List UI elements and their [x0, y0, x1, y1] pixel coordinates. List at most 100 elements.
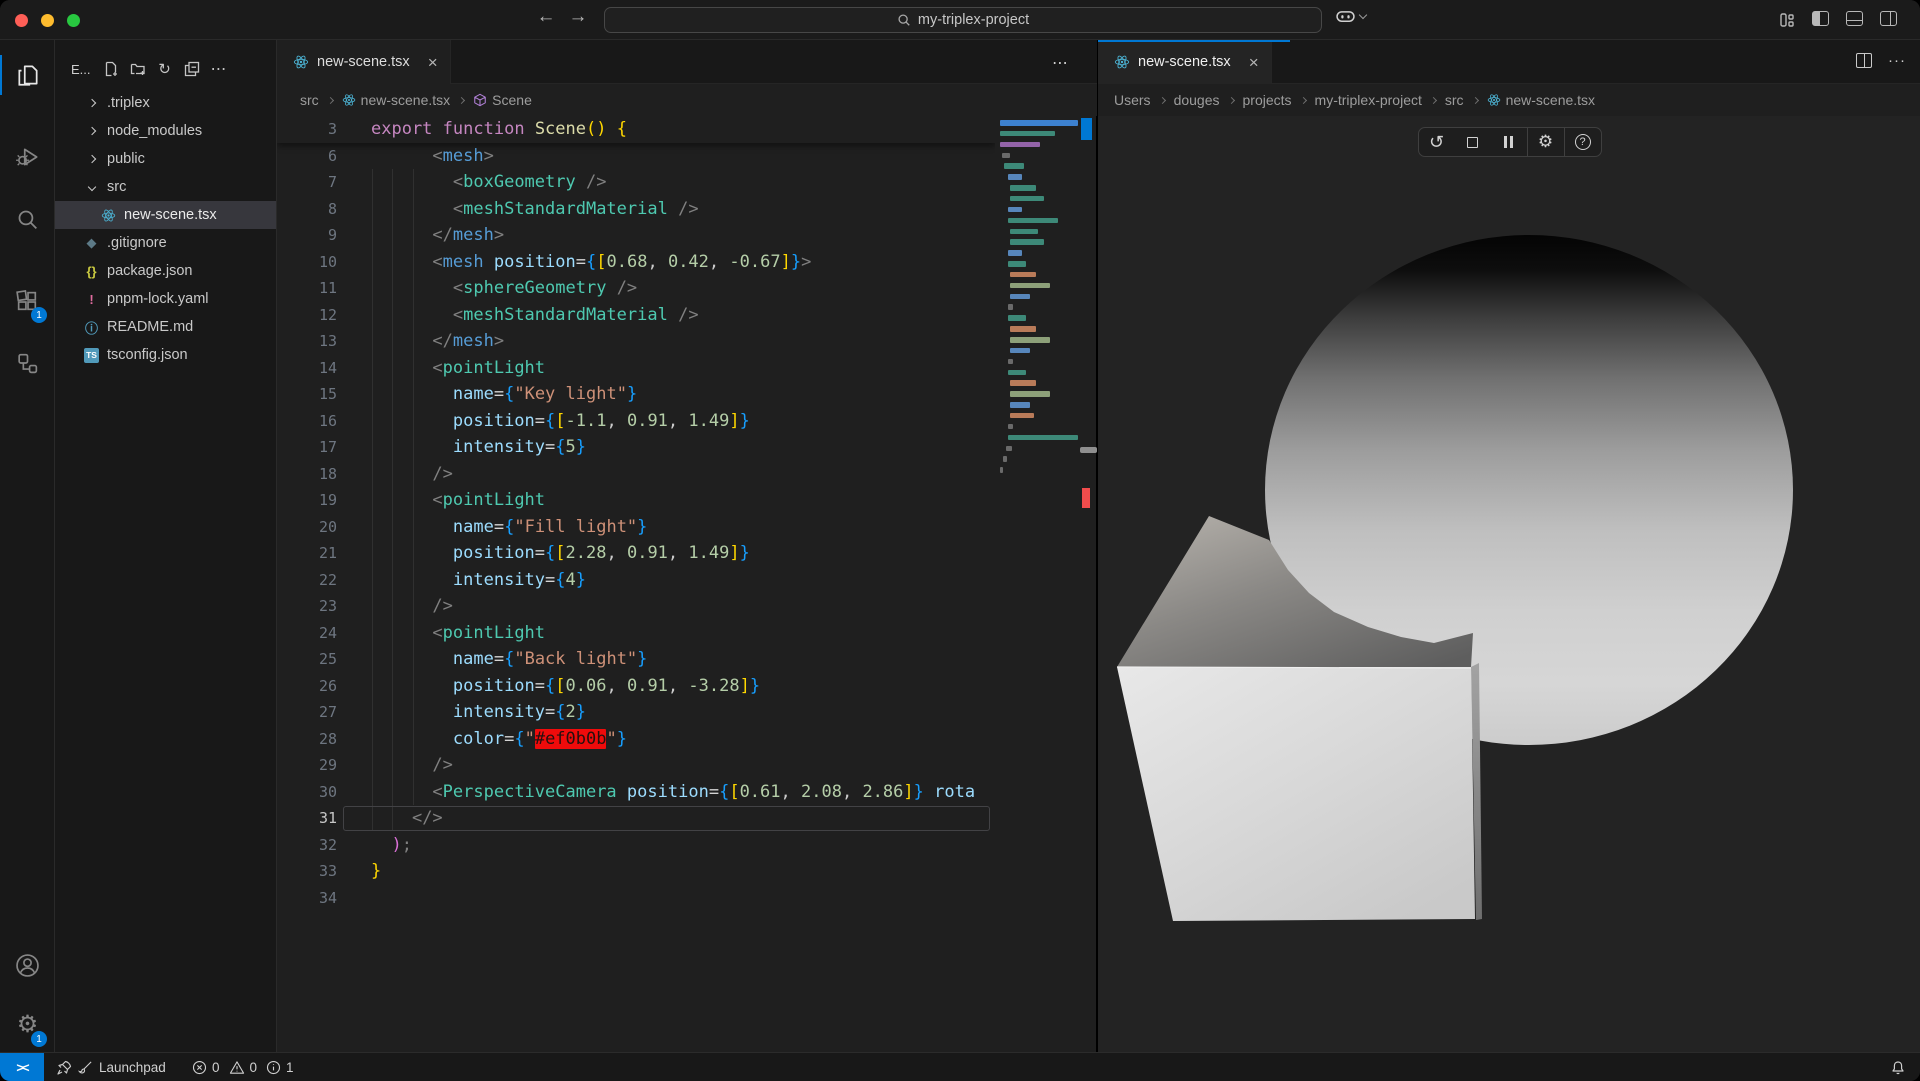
- explorer-header: E... ↻ ⋯: [55, 55, 276, 83]
- tree-item-pnpm-lock-yaml[interactable]: !pnpm-lock.yaml: [55, 285, 276, 313]
- breadcrumb-item[interactable]: my-triplex-project: [1315, 92, 1422, 108]
- sidebar-item-triplex[interactable]: [0, 339, 55, 387]
- tree-item-node-modules[interactable]: node_modules: [55, 117, 276, 145]
- copilot-menu[interactable]: [1336, 9, 1366, 24]
- split-editor-icon[interactable]: [1856, 53, 1872, 68]
- close-icon[interactable]: ×: [428, 54, 438, 71]
- more-actions-icon[interactable]: ⋯: [210, 60, 228, 78]
- notifications-bell[interactable]: [1890, 1053, 1906, 1081]
- minimize-window-button[interactable]: [41, 14, 54, 27]
- toggle-secondary-sidebar-button[interactable]: [1880, 11, 1898, 29]
- breadcrumb-item[interactable]: new-scene.tsx: [1487, 92, 1595, 108]
- code-line-30[interactable]: 30 <PerspectiveCamera position={[0.61, 2…: [277, 779, 995, 806]
- panel-tab-new-scene[interactable]: new-scene.tsx ×: [1098, 40, 1272, 84]
- code-line-13[interactable]: 13 </mesh>: [277, 328, 995, 355]
- frame-scene-button[interactable]: [1455, 128, 1491, 156]
- undo-button[interactable]: ↺: [1419, 128, 1455, 156]
- code-line-14[interactable]: 14 <pointLight: [277, 355, 995, 382]
- code-line-28[interactable]: 28 color={"#ef0b0b"}: [277, 726, 995, 753]
- sidebar-item-extensions[interactable]: 1: [0, 277, 55, 325]
- code-line-10[interactable]: 10 <mesh position={[0.68, 0.42, -0.67]}>: [277, 249, 995, 276]
- sidebar-item-explorer[interactable]: [0, 51, 55, 99]
- code-line-16[interactable]: 16 position={[-1.1, 0.91, 1.49]}: [277, 408, 995, 435]
- line-number: 33: [277, 862, 337, 880]
- code-line-3[interactable]: 3export function Scene() {: [277, 116, 995, 143]
- code-line-9[interactable]: 9 </mesh>: [277, 222, 995, 249]
- tree-item-package-json[interactable]: {}package.json: [55, 257, 276, 285]
- code-line-8[interactable]: 8 <meshStandardMaterial />: [277, 196, 995, 223]
- forward-icon[interactable]: →: [565, 6, 591, 28]
- minimap[interactable]: [995, 116, 1080, 1052]
- breadcrumb-item[interactable]: Scene: [473, 92, 532, 108]
- code-editor[interactable]: 3export function Scene() { 6 <mesh>7 <bo…: [277, 116, 995, 1052]
- line-content: <meshStandardMaterial />: [371, 305, 699, 325]
- code-line-27[interactable]: 27 intensity={2}: [277, 699, 995, 726]
- code-line-29[interactable]: 29 />: [277, 752, 995, 779]
- accounts-button[interactable]: [0, 941, 55, 989]
- code-line-12[interactable]: 12 <meshStandardMaterial />: [277, 302, 995, 329]
- code-line-11[interactable]: 11 <sphereGeometry />: [277, 275, 995, 302]
- code-line-20[interactable]: 20 name={"Fill light"}: [277, 514, 995, 541]
- sticky-scroll-line[interactable]: 3export function Scene() {: [277, 116, 995, 143]
- tree-item-src[interactable]: src: [55, 173, 276, 201]
- code-line-26[interactable]: 26 position={[0.06, 0.91, -3.28]}: [277, 673, 995, 700]
- remote-indicator[interactable]: ><: [0, 1053, 44, 1081]
- customize-layout-button[interactable]: [1778, 11, 1796, 29]
- scene-settings-button[interactable]: ⚙: [1528, 128, 1564, 156]
- code-line-21[interactable]: 21 position={[2.28, 0.91, 1.49]}: [277, 540, 995, 567]
- more-actions-icon[interactable]: ···: [1888, 52, 1906, 69]
- code-line-31[interactable]: 31 </>: [277, 805, 995, 832]
- code-line-32[interactable]: 32 );: [277, 832, 995, 859]
- code-line-34[interactable]: 34: [277, 885, 995, 912]
- tab-new-scene[interactable]: new-scene.tsx ×: [277, 40, 451, 84]
- new-file-button[interactable]: [102, 60, 120, 78]
- tree-item--triplex[interactable]: .triplex: [55, 89, 276, 117]
- toggle-panel-button[interactable]: [1846, 11, 1864, 29]
- tree-item-tsconfig-json[interactable]: TStsconfig.json: [55, 341, 276, 369]
- help-button[interactable]: ?: [1565, 128, 1601, 156]
- breadcrumb-item[interactable]: new-scene.tsx: [342, 92, 450, 108]
- tree-item-label: new-scene.tsx: [124, 207, 217, 223]
- tree-item-public[interactable]: public: [55, 145, 276, 173]
- tree-item-README-md[interactable]: ⓘREADME.md: [55, 313, 276, 341]
- line-content: intensity={2}: [371, 702, 586, 722]
- code-line-24[interactable]: 24 <pointLight: [277, 620, 995, 647]
- back-icon[interactable]: ←: [533, 6, 559, 28]
- code-line-25[interactable]: 25 name={"Back light"}: [277, 646, 995, 673]
- breadcrumb-item[interactable]: src: [300, 92, 319, 108]
- code-line-18[interactable]: 18 />: [277, 461, 995, 488]
- new-folder-button[interactable]: [129, 60, 147, 78]
- tree-item-new-scene-tsx[interactable]: new-scene.tsx: [55, 201, 276, 229]
- close-window-button[interactable]: [15, 14, 28, 27]
- code-line-22[interactable]: 22 intensity={4}: [277, 567, 995, 594]
- refresh-icon[interactable]: ↻: [156, 60, 174, 78]
- 3d-scene-viewport[interactable]: ↺ ⚙ ?: [1098, 116, 1920, 1052]
- breadcrumb-item[interactable]: Users: [1114, 92, 1151, 108]
- tab-bar-more-icon[interactable]: ⋯: [1052, 53, 1069, 73]
- code-line-19[interactable]: 19 <pointLight: [277, 487, 995, 514]
- breadcrumb-item[interactable]: douges: [1174, 92, 1220, 108]
- collapse-folders-button[interactable]: [183, 60, 201, 78]
- line-number: 14: [277, 359, 337, 377]
- problems-status-item[interactable]: 0 0 1: [192, 1053, 294, 1081]
- launchpad-status-item[interactable]: Launchpad: [56, 1053, 166, 1081]
- split-sash-handle[interactable]: [1080, 447, 1097, 453]
- breadcrumb-item[interactable]: src: [1445, 92, 1464, 108]
- tree-item--gitignore[interactable]: ◆.gitignore: [55, 229, 276, 257]
- code-line-7[interactable]: 7 <boxGeometry />: [277, 169, 995, 196]
- code-line-17[interactable]: 17 intensity={5}: [277, 434, 995, 461]
- overview-ruler[interactable]: [1080, 116, 1097, 1052]
- toggle-primary-sidebar-button[interactable]: [1812, 11, 1830, 29]
- sidebar-item-run-debug[interactable]: [0, 133, 55, 181]
- breadcrumb-item[interactable]: projects: [1243, 92, 1292, 108]
- code-line-23[interactable]: 23 />: [277, 593, 995, 620]
- code-line-6[interactable]: 6 <mesh>: [277, 143, 995, 170]
- sidebar-item-search[interactable]: [0, 195, 55, 243]
- command-center-search[interactable]: my-triplex-project: [604, 7, 1322, 33]
- zoom-window-button[interactable]: [67, 14, 80, 27]
- pause-button[interactable]: [1491, 128, 1527, 156]
- close-icon[interactable]: ×: [1249, 54, 1259, 71]
- code-line-33[interactable]: 33}: [277, 858, 995, 885]
- settings-button[interactable]: ⚙ 1: [0, 1001, 55, 1049]
- code-line-15[interactable]: 15 name={"Key light"}: [277, 381, 995, 408]
